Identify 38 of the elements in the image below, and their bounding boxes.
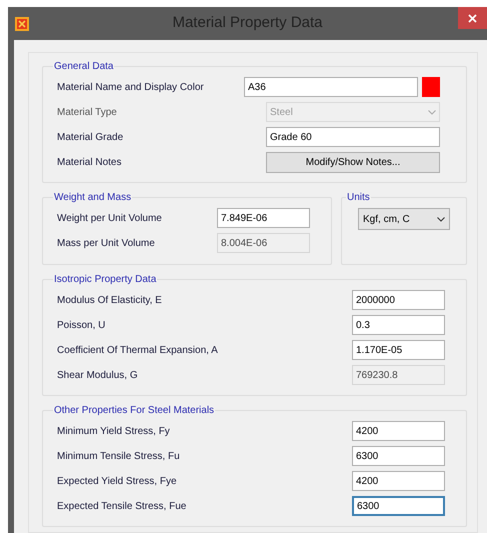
close-button[interactable] bbox=[458, 7, 487, 29]
text-field[interactable]: 4200 bbox=[352, 471, 445, 491]
group-title: Weight and Mass bbox=[53, 191, 132, 205]
chevron-down-icon bbox=[428, 110, 436, 114]
field-label: Minimum Tensile Stress, Fu bbox=[57, 450, 180, 464]
field-label: Expected Tensile Stress, Fue bbox=[57, 500, 186, 514]
group-title: Units bbox=[346, 191, 371, 205]
text-field[interactable]: 6300 bbox=[352, 496, 445, 516]
field-label: Material Grade bbox=[57, 130, 124, 144]
field-label: Material Notes bbox=[57, 156, 122, 170]
field-label: Modulus Of Elasticity, E bbox=[57, 294, 162, 308]
text-field[interactable]: 1.170E-05 bbox=[352, 340, 445, 360]
group-title: Other Properties For Steel Materials bbox=[53, 404, 216, 418]
group-title: General Data bbox=[53, 60, 114, 74]
modify-notes-button[interactable]: Modify/Show Notes... bbox=[266, 152, 440, 172]
field-label: Material Type bbox=[57, 106, 117, 120]
field-label: Shear Modulus, G bbox=[57, 368, 138, 382]
field-label: Mass per Unit Volume bbox=[57, 236, 155, 250]
field-label: Material Name and Display Color bbox=[57, 80, 204, 94]
field-label: Poisson, U bbox=[57, 318, 106, 332]
field-label: Weight per Unit Volume bbox=[57, 212, 162, 226]
units-dropdown[interactable]: Kgf, cm, C bbox=[358, 208, 450, 230]
field-label: Expected Yield Stress, Fye bbox=[57, 474, 177, 488]
chevron-down-icon bbox=[437, 216, 445, 222]
text-field[interactable]: 0.3 bbox=[352, 315, 445, 335]
window-title: Material Property Data bbox=[171, 13, 324, 34]
group-title: Isotropic Property Data bbox=[53, 273, 158, 287]
text-field[interactable]: A36 bbox=[244, 77, 418, 97]
text-field[interactable]: 6300 bbox=[352, 446, 445, 466]
text-field[interactable]: 7.849E-06 bbox=[217, 208, 310, 228]
field-label: Minimum Yield Stress, Fy bbox=[57, 424, 170, 438]
close-icon bbox=[468, 14, 477, 22]
field-label: Coefficient Of Thermal Expansion, A bbox=[57, 344, 218, 358]
text-field[interactable]: Grade 60 bbox=[266, 127, 440, 147]
text-field[interactable]: 2000000 bbox=[352, 290, 445, 310]
text-field[interactable]: 4200 bbox=[352, 421, 445, 441]
app-icon bbox=[15, 17, 29, 31]
color-swatch[interactable] bbox=[422, 77, 440, 97]
